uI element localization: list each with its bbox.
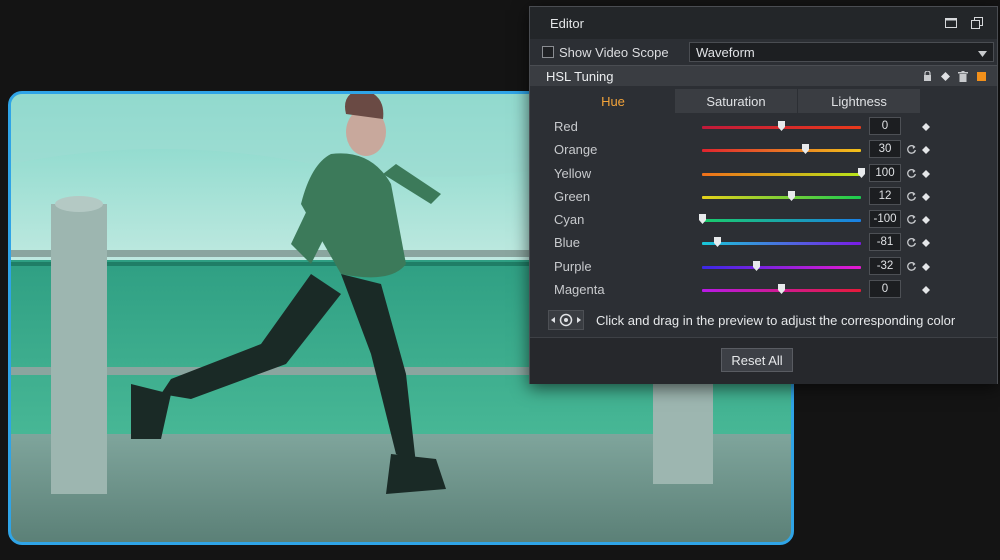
slider-track-blue[interactable]: [702, 242, 861, 246]
reset-icon[interactable]: [906, 190, 917, 201]
keyframe-icon[interactable]: [939, 70, 951, 82]
color-picker-button[interactable]: [548, 310, 584, 330]
video-scope-select-value: Waveform: [696, 44, 755, 60]
show-video-scope-checkbox[interactable]: [542, 46, 554, 58]
slider-value-cyan[interactable]: -100: [869, 210, 901, 229]
slider-label-purple: Purple: [554, 258, 592, 274]
video-scope-select[interactable]: Waveform: [689, 42, 994, 62]
effect-toggle-icon[interactable]: [975, 70, 987, 82]
keyframe-icon[interactable]: [921, 236, 931, 248]
hsl-row-green: Green 12: [530, 186, 997, 209]
slider-label-blue: Blue: [554, 235, 581, 251]
hsl-row-yellow: Yellow 100: [530, 163, 997, 186]
keyframe-icon[interactable]: [921, 167, 931, 178]
slider-track-purple[interactable]: [702, 265, 861, 269]
reset-icon[interactable]: [906, 236, 917, 248]
keyframe-icon[interactable]: [921, 213, 931, 225]
slider-thumb-purple[interactable]: [752, 260, 760, 271]
hsl-tuning-header[interactable]: HSL Tuning: [530, 65, 997, 86]
slider-thumb-orange[interactable]: [801, 144, 809, 155]
editor-titlebar: Editor: [530, 7, 997, 39]
slider-thumb-cyan[interactable]: [698, 214, 706, 225]
slider-value-orange[interactable]: 30: [869, 140, 901, 159]
target-picker-icon: [551, 313, 581, 327]
tab-hue[interactable]: Hue: [552, 89, 674, 113]
editor-panel: Editor Show Video Scope Waveform HSL Tun…: [529, 6, 998, 384]
tab-saturation[interactable]: Saturation: [675, 89, 797, 113]
reset-icon[interactable]: [906, 167, 917, 178]
hsl-row-magenta: Magenta 0: [530, 279, 997, 302]
slider-value-purple[interactable]: -32: [869, 256, 901, 275]
reset-icon[interactable]: [906, 260, 917, 271]
show-video-scope-label[interactable]: Show Video Scope: [559, 45, 689, 60]
chevron-down-icon: [978, 45, 987, 60]
delete-icon[interactable]: [957, 70, 969, 82]
editor-title: Editor: [550, 15, 584, 31]
slider-label-orange: Orange: [554, 142, 598, 158]
slider-track-orange[interactable]: [702, 149, 861, 153]
video-scope-row: Show Video Scope Waveform: [530, 39, 997, 65]
reset-icon[interactable]: [906, 213, 917, 224]
hsl-row-red: Red 0: [530, 116, 997, 139]
section-title: HSL Tuning: [546, 68, 614, 84]
slider-thumb-green[interactable]: [787, 190, 795, 201]
slider-track-green[interactable]: [702, 195, 861, 199]
reset-all-button[interactable]: Reset All: [721, 348, 793, 372]
slider-track-yellow[interactable]: [702, 172, 861, 176]
slider-thumb-red[interactable]: [778, 121, 785, 131]
slider-value-magenta[interactable]: 0: [869, 280, 901, 299]
color-picker-hint: Click and drag in the preview to adjust …: [548, 310, 955, 330]
slider-label-green: Green: [554, 188, 591, 204]
keyframe-icon[interactable]: [921, 120, 931, 131]
hsl-row-blue: Blue -81: [530, 232, 997, 255]
restore-window-icon[interactable]: [969, 15, 985, 31]
lock-icon[interactable]: [921, 70, 933, 82]
slider-value-blue[interactable]: -81: [869, 233, 901, 252]
slider-thumb-blue[interactable]: [713, 237, 721, 248]
slider-track-cyan[interactable]: [702, 219, 861, 223]
tab-lightness[interactable]: Lightness: [798, 89, 920, 113]
maximize-icon[interactable]: [943, 15, 959, 31]
editor-footer: Reset All: [530, 337, 997, 384]
slider-label-cyan: Cyan: [554, 212, 585, 228]
hint-text: Click and drag in the preview to adjust …: [596, 312, 956, 328]
slider-value-yellow[interactable]: 100: [869, 163, 901, 182]
hsl-row-orange: Orange 30: [530, 139, 997, 162]
slider-value-green[interactable]: 12: [869, 186, 901, 205]
slider-label-magenta: Magenta: [554, 282, 605, 298]
keyframe-icon[interactable]: [921, 283, 931, 295]
slider-label-red: Red: [554, 119, 578, 134]
keyframe-icon[interactable]: [921, 190, 931, 201]
slider-value-red[interactable]: 0: [869, 117, 901, 135]
keyframe-icon[interactable]: [921, 260, 931, 271]
hsl-tabs: Hue Saturation Lightness: [552, 89, 921, 113]
slider-thumb-magenta[interactable]: [778, 284, 785, 295]
slider-label-yellow: Yellow: [554, 165, 592, 181]
hsl-slider-list: Red 0 Orange 30 Yellow 100 Green 12 Cyan -100 Blue…: [530, 116, 997, 302]
slider-thumb-yellow[interactable]: [857, 167, 865, 178]
reset-icon[interactable]: [906, 143, 917, 155]
keyframe-icon[interactable]: [921, 143, 931, 155]
hsl-row-cyan: Cyan -100: [530, 209, 997, 232]
hsl-row-purple: Purple -32: [530, 256, 997, 279]
